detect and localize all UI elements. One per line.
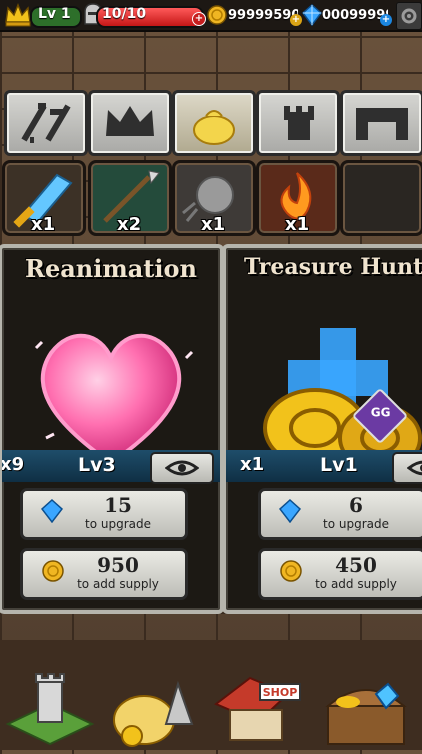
- gg-badge-label: GG: [370, 405, 391, 420]
- add-supply-button[interactable]: 950 to add supply: [20, 548, 188, 600]
- item-slot-rock[interactable]: x1: [172, 160, 256, 236]
- item-slot-fire[interactable]: x1: [256, 160, 340, 236]
- settings-button[interactable]: [396, 2, 422, 30]
- item-slot-spear[interactable]: x2: [88, 160, 172, 236]
- upgrade-label: to upgrade: [85, 517, 151, 531]
- upgrade-label: to upgrade: [323, 517, 389, 531]
- crossed-swords-icon: [21, 103, 71, 143]
- upgrade-button[interactable]: 15 to upgrade: [20, 488, 188, 540]
- owned-count: x1: [240, 454, 265, 475]
- eye-icon: [165, 460, 199, 476]
- upgrade-cost: 6: [349, 493, 363, 517]
- card-title: Treasure Hunte: [244, 254, 422, 280]
- view-details-button[interactable]: [392, 452, 422, 484]
- gear-icon: [401, 8, 417, 24]
- level-row: x9 Lv3: [0, 450, 220, 484]
- item-count: x1: [31, 214, 56, 235]
- level-row: x1 Lv1: [226, 450, 422, 484]
- crown-outline-icon: [106, 106, 154, 136]
- view-details-button[interactable]: [150, 452, 214, 484]
- card-level: Lv3: [78, 454, 116, 476]
- gold-coin-icon: [207, 5, 227, 25]
- supply-label: to add supply: [77, 577, 159, 591]
- upgrade-cost: 15: [104, 493, 132, 517]
- supply-cost: 950: [97, 553, 139, 577]
- item-count: x2: [117, 214, 142, 235]
- nav-shop[interactable]: SHOP: [210, 664, 306, 750]
- magic-bag-icon: [113, 680, 194, 747]
- shop-icon: SHOP: [214, 676, 301, 741]
- owned-count: x9: [0, 454, 25, 475]
- add-gems-button[interactable]: +: [380, 14, 392, 26]
- add-health-button[interactable]: +: [192, 12, 206, 26]
- eye-icon: [407, 460, 422, 476]
- category-gate[interactable]: [340, 90, 422, 156]
- gem-amount: 00099999: [322, 8, 388, 23]
- category-crown[interactable]: [88, 90, 172, 156]
- tower-icon: [284, 106, 314, 140]
- gate-icon: [356, 108, 408, 140]
- card-treasure-hunter: Treasure Hunte GG x1 Lv1 6 to upgrade 45…: [222, 244, 422, 614]
- crown-icon: [5, 2, 31, 27]
- nav-treasure-chest[interactable]: [318, 664, 414, 750]
- treasure-chest-icon: [325, 682, 407, 745]
- nav-castle[interactable]: [2, 664, 98, 750]
- nav-spells[interactable]: [104, 664, 200, 750]
- money-bag-icon: [193, 110, 235, 145]
- category-tower[interactable]: [256, 90, 340, 156]
- item-slot-empty[interactable]: [340, 160, 422, 236]
- item-count: x1: [285, 214, 310, 235]
- player-level: Lv 1: [38, 6, 71, 22]
- card-reanimation: Reanimation x9 Lv3 15 to upgrade 950 to …: [0, 244, 224, 614]
- gem-icon: [302, 4, 322, 26]
- castle-icon: [5, 673, 95, 746]
- category-weapons[interactable]: [4, 90, 88, 156]
- supply-cost: 450: [335, 553, 377, 577]
- category-money-bag[interactable]: [172, 90, 256, 156]
- upgrade-button[interactable]: 6 to upgrade: [258, 488, 422, 540]
- card-level: Lv1: [320, 454, 358, 476]
- shop-sign: SHOP: [263, 686, 298, 699]
- health-value: 10/10: [102, 6, 147, 22]
- item-count: x1: [201, 214, 226, 235]
- supply-label: to add supply: [315, 577, 397, 591]
- top-status-bar: Lv 1 10/10 + 99999590 + 00099999 +: [0, 0, 422, 32]
- card-title: Reanimation: [25, 254, 197, 283]
- add-supply-button[interactable]: 450 to add supply: [258, 548, 422, 600]
- add-gold-button[interactable]: +: [290, 14, 302, 26]
- gold-amount: 99999590: [228, 8, 298, 23]
- item-slot-magic-sword[interactable]: x1: [2, 160, 86, 236]
